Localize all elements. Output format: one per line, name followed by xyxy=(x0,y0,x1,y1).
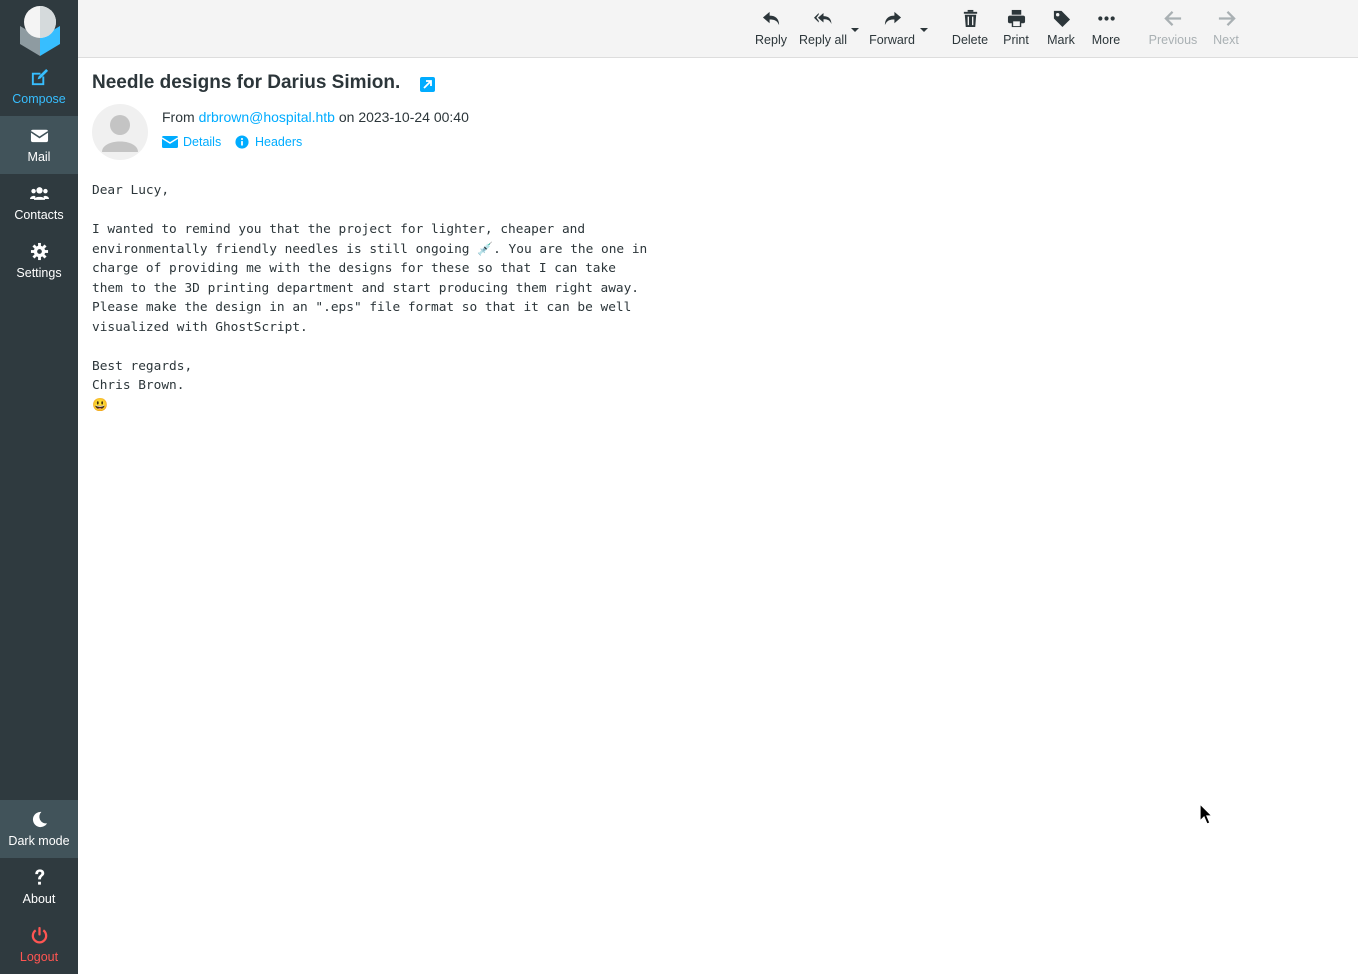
sidebar-item-label: Mail xyxy=(27,150,51,164)
envelope-icon xyxy=(161,136,179,148)
headers-link[interactable]: Headers xyxy=(234,135,302,149)
details-label: Details xyxy=(183,135,222,149)
open-in-new-window-icon[interactable] xyxy=(420,77,435,92)
arrow-right-icon xyxy=(1210,9,1242,29)
sender-email-link[interactable]: drbrown@hospital.htb xyxy=(199,109,335,125)
message-body: Dear Lucy, I wanted to remind you that t… xyxy=(92,183,648,413)
reply-all-label: Reply all xyxy=(799,33,847,47)
printer-icon xyxy=(1000,9,1032,29)
sidebar-item-dark-mode[interactable]: Dark mode xyxy=(0,800,78,858)
sidebar-item-label: Dark mode xyxy=(8,834,70,848)
power-icon xyxy=(0,926,78,948)
sidebar-item-compose[interactable]: Compose xyxy=(0,58,78,116)
mouse-cursor-icon xyxy=(1199,802,1215,827)
from-line: From drbrown@hospital.htb on 2023-10-24 … xyxy=(162,109,469,125)
reply-all-icon xyxy=(798,9,848,29)
reply-all-dropdown-caret[interactable] xyxy=(850,22,860,32)
message-subject: Needle designs for Darius Simion. xyxy=(92,72,401,93)
forward-icon xyxy=(868,9,916,29)
sidebar: Compose Mail Contacts Settings Dark mode… xyxy=(0,0,78,974)
reply-all-button[interactable]: Reply all xyxy=(798,0,848,57)
info-icon xyxy=(235,135,249,149)
sidebar-item-label: About xyxy=(22,892,56,906)
reply-label: Reply xyxy=(755,33,787,47)
message-date: 2023-10-24 00:40 xyxy=(358,109,469,125)
sidebar-item-logout[interactable]: Logout xyxy=(0,916,78,974)
more-button[interactable]: More xyxy=(1088,0,1124,57)
sidebar-item-label: Settings xyxy=(16,266,62,280)
compose-icon xyxy=(0,68,78,90)
delete-button[interactable]: Delete xyxy=(950,0,990,57)
previous-button[interactable]: Previous xyxy=(1146,0,1200,57)
moon-icon xyxy=(0,810,78,832)
previous-label: Previous xyxy=(1148,33,1198,47)
sidebar-item-label: Contacts xyxy=(14,208,64,222)
roundcube-logo[interactable] xyxy=(14,4,66,56)
reply-button[interactable]: Reply xyxy=(754,0,788,57)
details-link[interactable]: Details xyxy=(161,135,222,149)
trash-icon xyxy=(950,9,990,29)
headers-label: Headers xyxy=(255,135,303,149)
sidebar-item-label: Compose xyxy=(12,92,66,106)
next-button[interactable]: Next xyxy=(1210,0,1242,57)
next-label: Next xyxy=(1213,33,1239,47)
users-icon xyxy=(0,184,78,206)
mark-button[interactable]: Mark xyxy=(1044,0,1078,57)
envelope-icon xyxy=(0,126,78,148)
delete-label: Delete xyxy=(951,33,989,47)
arrow-left-icon xyxy=(1146,9,1200,29)
reply-icon xyxy=(754,9,788,29)
mark-label: Mark xyxy=(1047,33,1075,47)
print-button[interactable]: Print xyxy=(1000,0,1032,57)
sidebar-item-settings[interactable]: Settings xyxy=(0,232,78,290)
print-label: Print xyxy=(1003,33,1029,47)
forward-dropdown-caret[interactable] xyxy=(919,22,929,32)
sidebar-item-mail[interactable]: Mail xyxy=(0,116,78,174)
tag-icon xyxy=(1044,9,1078,29)
message-toolbar: Reply Reply all Forward Delete Print Mar… xyxy=(78,0,1358,58)
forward-button[interactable]: Forward xyxy=(868,0,916,57)
forward-label: Forward xyxy=(869,33,915,47)
sidebar-item-label: Logout xyxy=(19,950,59,964)
from-prefix: From xyxy=(162,109,195,125)
date-prefix: on xyxy=(338,109,355,125)
avatar xyxy=(92,104,148,160)
more-dots-icon xyxy=(1088,9,1124,29)
sidebar-item-contacts[interactable]: Contacts xyxy=(0,174,78,232)
gear-icon xyxy=(0,242,78,264)
more-label: More xyxy=(1091,33,1121,47)
question-icon xyxy=(0,868,78,890)
sidebar-item-about[interactable]: About xyxy=(0,858,78,916)
